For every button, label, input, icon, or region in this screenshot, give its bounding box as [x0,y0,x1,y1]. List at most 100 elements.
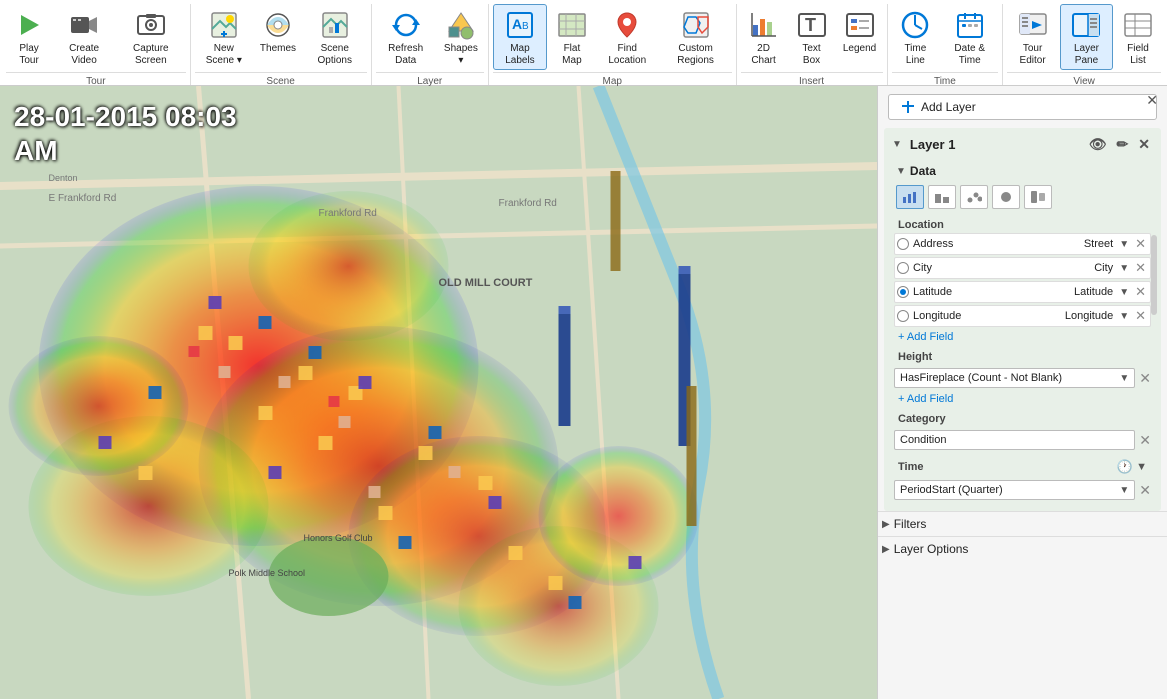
time-field-row[interactable]: PeriodStart (Quarter) ▼ [894,480,1135,500]
new-scene-icon [208,9,240,41]
create-video-icon [68,9,100,41]
toolbar-group-scene: New Scene ▾ Themes [191,4,372,85]
custom-regions-button[interactable]: Custom Regions [660,4,732,70]
time-label: Time [898,461,923,473]
svg-text:OLD MILL COURT: OLD MILL COURT [439,277,533,289]
capture-screen-icon [135,9,167,41]
city-radio[interactable] [897,262,909,274]
filters-expand[interactable]: ▶ Filters [878,511,1167,536]
new-scene-button[interactable]: New Scene ▾ [195,4,253,70]
category-field-row[interactable]: Condition [894,430,1135,450]
field-list-button[interactable]: Field List [1115,4,1161,70]
toolbar-group-map: A B Map Labels Flat Map [489,4,737,85]
tour-editor-label: Tour Editor [1013,43,1052,67]
latitude-dropdown-arrow[interactable]: ▼ [1119,287,1129,298]
tour-editor-button[interactable]: Tour Editor [1007,4,1058,70]
2d-chart-button[interactable]: 2D Chart [741,4,787,70]
svg-text:A: A [512,16,522,32]
custom-regions-label: Custom Regions [666,43,726,67]
column-chart-icon [934,190,950,204]
layer-options-expand[interactable]: ▶ Layer Options [878,536,1167,561]
location-section-title: Location [894,213,1151,233]
capture-screen-button[interactable]: Capture Screen [116,4,186,70]
layer-visible-icon[interactable]: 👁 [1086,135,1110,154]
latitude-radio[interactable] [897,286,909,298]
map-labels-label: Map Labels [499,43,541,67]
find-location-button[interactable]: Find Location [597,4,658,70]
capture-screen-label: Capture Screen [122,43,180,67]
layer-collapse-arrow[interactable]: ▼ [892,139,902,150]
height-add-field[interactable]: + Add Field [894,391,1151,407]
address-radio[interactable] [897,238,909,250]
themes-button[interactable]: Themes [255,4,301,58]
svg-text:Honors Golf Club: Honors Golf Club [304,533,373,543]
data-type-column[interactable] [928,185,956,209]
height-field-row[interactable]: HasFireplace (Count - Not Blank) ▼ [894,368,1135,388]
location-field-latitude: Latitude Latitude ▼ ✕ [894,281,1151,303]
play-tour-icon [13,9,45,41]
map-container[interactable]: OLD MILL COURT Frankford Rd Frankford Rd… [0,86,877,699]
bubble-icon [998,190,1014,204]
height-section-title: Height [894,345,1151,365]
time-line-button[interactable]: Time Line [892,4,940,70]
time-options-arrow[interactable]: ▼ [1136,461,1147,473]
longitude-field-remove[interactable]: ✕ [1133,308,1148,324]
svg-text:B: B [522,21,529,32]
legend-button[interactable]: Legend [837,4,883,58]
find-location-label: Find Location [603,43,652,67]
scene-options-button[interactable]: Scene Options [303,4,367,70]
add-layer-button[interactable]: Add Layer [888,94,1157,120]
data-header[interactable]: ▼ Data [894,161,1151,181]
address-dropdown-arrow[interactable]: ▼ [1119,239,1129,250]
shapes-label: Shapes ▾ [444,43,478,67]
data-type-circle[interactable] [992,185,1020,209]
timestamp-line2: AM [14,134,237,168]
play-tour-button[interactable]: Play Tour [6,4,52,70]
heat-icon [1030,190,1046,204]
create-video-button[interactable]: Create Video [54,4,114,70]
field-list-icon [1122,9,1154,41]
layer-remove-icon[interactable]: ✕ [1135,135,1153,154]
refresh-data-button[interactable]: Refresh Data [376,4,436,70]
latitude-field-remove[interactable]: ✕ [1133,284,1148,300]
longitude-dropdown-arrow[interactable]: ▼ [1119,311,1129,322]
layer-pane-button[interactable]: Layer Pane [1060,4,1113,70]
data-type-heat[interactable] [1024,185,1052,209]
main-area: OLD MILL COURT Frankford Rd Frankford Rd… [0,86,1167,699]
height-field-text: HasFireplace (Count - Not Blank) [900,372,1119,384]
category-field-remove[interactable]: ✕ [1139,432,1151,449]
data-type-scatter[interactable] [960,185,988,209]
time-dropdown-arrow[interactable]: ▼ [1119,485,1129,496]
toolbar-group-layer: Refresh Data Shapes ▾ Layer [372,4,489,85]
address-field-remove[interactable]: ✕ [1133,236,1148,252]
toolbar-group-view: Tour Editor Layer Pane [1003,4,1165,85]
shapes-button[interactable]: Shapes ▾ [438,4,484,70]
panel-close-button[interactable]: ✕ [1141,90,1163,111]
city-field-remove[interactable]: ✕ [1133,260,1148,276]
text-box-label: Text Box [795,43,829,67]
height-dropdown-arrow[interactable]: ▼ [1119,373,1129,384]
location-scrollbar[interactable] [1151,235,1157,315]
play-tour-label: Play Tour [12,43,46,67]
flat-map-button[interactable]: Flat Map [549,4,595,70]
layer-section: ▼ Layer 1 👁 ✏ ✕ ▼ Data [884,128,1161,511]
layer-edit-icon[interactable]: ✏ [1114,135,1132,154]
latitude-field-value: Latitude [1074,286,1115,298]
date-time-button[interactable]: Date & Time [941,4,998,70]
text-box-button[interactable]: T Text Box [789,4,835,70]
category-section-title: Category [894,407,1151,427]
height-field-remove[interactable]: ✕ [1139,370,1151,387]
svg-text:E Frankford Rd: E Frankford Rd [49,193,117,204]
data-collapse-arrow: ▼ [896,166,906,177]
add-layer-icon [901,100,915,114]
map-labels-button[interactable]: A B Map Labels [493,4,547,70]
longitude-radio[interactable] [897,310,909,322]
data-type-bar[interactable] [896,185,924,209]
city-dropdown-arrow[interactable]: ▼ [1119,263,1129,274]
time-line-icon [899,9,931,41]
layer-options-expand-arrow: ▶ [882,544,890,555]
map-labels-icon: A B [504,9,536,41]
location-add-field[interactable]: + Add Field [894,329,1151,345]
toolbar-group-tour: Play Tour Create Video [2,4,191,85]
time-field-remove[interactable]: ✕ [1139,482,1151,499]
